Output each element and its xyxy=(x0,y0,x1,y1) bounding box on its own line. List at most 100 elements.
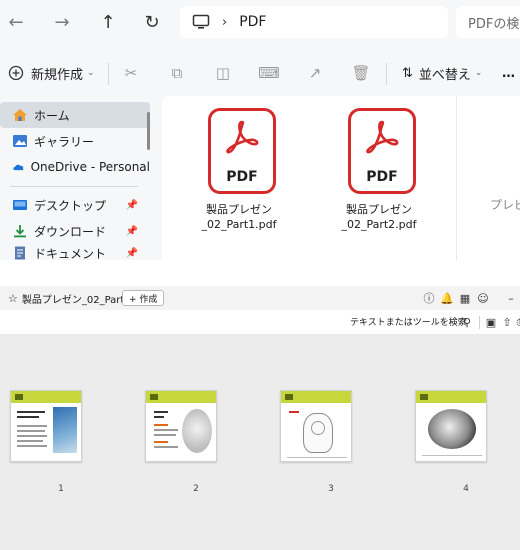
tools-search-input[interactable]: テキストまたはツールを検索 xyxy=(350,315,467,328)
slide-product-photo xyxy=(428,409,476,449)
slide-text-line xyxy=(17,425,47,427)
tab-bar: ☆ 製品プレゼン_02_Part1... × + 作成 ⓘ 🔔 ▦ ☺ – xyxy=(0,286,520,310)
file-item[interactable]: PDF 製品プレゼン _02_Part1.pdf xyxy=(184,104,294,234)
star-icon[interactable]: ☆ xyxy=(8,292,18,305)
copy-icon[interactable]: ⧉ xyxy=(166,62,188,84)
sidebar-item-desktop[interactable]: デスクトップ 📌 xyxy=(0,192,150,218)
refresh-button[interactable]: ↻ xyxy=(140,10,164,34)
sort-icon: ⇅ xyxy=(402,65,413,81)
page-number: 1 xyxy=(58,484,64,494)
acrobat-window: ☆ 製品プレゼン_02_Part1... × + 作成 ⓘ 🔔 ▦ ☺ – テキ… xyxy=(0,286,520,550)
notifications-icon[interactable]: 🔔 xyxy=(440,291,454,305)
pdf-icon-label: PDF xyxy=(226,169,258,185)
chevron-down-icon: ⌄ xyxy=(474,68,483,78)
more-options-button[interactable]: … xyxy=(502,62,515,84)
sidebar-item-label: ギャラリー xyxy=(34,134,95,149)
cut-icon[interactable]: ✂ xyxy=(120,62,142,84)
slide-product-detail xyxy=(311,421,325,435)
chevron-down-icon: ⌄ xyxy=(87,68,95,78)
tools-row: テキストまたはツールを検索 ⚲ ▣ ⇧ ⎙ xyxy=(0,310,520,334)
paste-icon[interactable]: ◫ xyxy=(212,62,234,84)
slide-logo xyxy=(150,394,158,400)
new-button-label: 新規作成 xyxy=(31,67,84,83)
slide-product-image xyxy=(182,409,212,453)
file-name: 製品プレゼン _02_Part2.pdf xyxy=(324,202,434,232)
share-icon[interactable]: ↗ xyxy=(304,62,326,84)
search-input[interactable]: PDFの検索 xyxy=(456,6,520,38)
apps-grid-icon[interactable]: ▦ xyxy=(458,291,472,305)
slide-header-band xyxy=(416,391,486,403)
sort-button[interactable]: ⇅ 並べ替え ⌄ xyxy=(402,62,482,84)
up-button[interactable]: ↑ xyxy=(96,10,120,34)
minimize-button[interactable]: – xyxy=(504,291,518,305)
toolbar-divider xyxy=(108,63,109,85)
slide-text-line xyxy=(17,435,47,437)
sidebar-divider xyxy=(10,186,138,187)
file-name-line2: _02_Part1.pdf xyxy=(201,218,277,231)
sidebar-item-label: ドキュメント xyxy=(34,246,107,261)
account-icon[interactable]: ☺ xyxy=(476,291,490,305)
sidebar-scrollbar[interactable] xyxy=(147,112,150,150)
sidebar-item-gallery[interactable]: ギャラリー xyxy=(0,128,150,154)
slide-footer-line xyxy=(287,457,347,458)
gallery-icon xyxy=(13,135,27,147)
slide-text-line xyxy=(17,430,45,432)
address-bar-row: ← → ↑ ↻ › PDF PDFの検索 xyxy=(0,0,520,44)
file-name-line1: 製品プレゼン xyxy=(346,203,412,216)
address-field[interactable]: › PDF xyxy=(180,6,448,38)
page-thumbnail[interactable] xyxy=(280,390,352,462)
breadcrumb-current[interactable]: PDF xyxy=(239,14,266,30)
back-button[interactable]: ← xyxy=(4,10,28,34)
toolbar-divider xyxy=(479,316,480,329)
slide-text-line xyxy=(154,429,178,431)
forward-button[interactable]: → xyxy=(50,10,74,34)
slide-text-line xyxy=(17,445,47,447)
page-thumbnail[interactable] xyxy=(415,390,487,462)
home-icon xyxy=(13,109,27,121)
slide-text-line xyxy=(154,446,178,448)
download-icon xyxy=(14,225,26,238)
upload-cloud-icon[interactable]: ⇧ xyxy=(500,315,514,329)
slide-text-line xyxy=(154,434,176,436)
pdf-file-icon: PDF xyxy=(348,108,416,194)
pin-icon[interactable]: 📌 xyxy=(126,226,138,237)
slide-header-band xyxy=(281,391,351,403)
page-thumbnails-view: 1 2 3 4 xyxy=(0,334,520,550)
sidebar-item-label: ホーム xyxy=(34,108,70,123)
sidebar-item-onedrive[interactable]: OneDrive - Personal xyxy=(0,154,150,180)
help-icon[interactable]: ⓘ xyxy=(422,291,436,305)
pdf-file-icon: PDF xyxy=(208,108,276,194)
slide-title-line xyxy=(17,411,45,413)
page-number: 3 xyxy=(328,484,334,494)
delete-icon[interactable]: 🗑 xyxy=(350,62,372,84)
page-thumbnail[interactable] xyxy=(10,390,82,462)
preview-pane-divider xyxy=(456,96,457,260)
acrobat-logo-icon xyxy=(226,120,259,154)
computer-icon xyxy=(192,14,210,29)
command-bar: 新規作成 ⌄ ✂ ⧉ ◫ ⌨ ↗ 🗑 ⇅ 並べ替え ⌄ … xyxy=(0,50,520,96)
plus-circle-icon xyxy=(8,65,24,81)
onedrive-icon xyxy=(13,164,24,171)
documents-icon xyxy=(15,246,25,260)
new-button[interactable]: 新規作成 ⌄ xyxy=(8,62,95,84)
sidebar-item-home[interactable]: ホーム xyxy=(0,102,150,128)
slide-logo xyxy=(15,394,23,400)
sidebar-item-documents[interactable]: ドキュメント 📌 xyxy=(0,240,150,260)
slide-title-line xyxy=(17,416,39,418)
pin-icon[interactable]: 📌 xyxy=(126,200,138,211)
save-icon[interactable]: ▣ xyxy=(484,315,498,329)
slide-footer-line xyxy=(422,455,482,456)
file-item[interactable]: PDF 製品プレゼン _02_Part2.pdf xyxy=(324,104,434,234)
page-thumbnail[interactable] xyxy=(145,390,217,462)
slide-header-band xyxy=(11,391,81,403)
slide-heading-line xyxy=(154,424,168,426)
rename-icon[interactable]: ⌨ xyxy=(258,62,280,84)
slide-building-image xyxy=(53,407,77,453)
create-tab-button[interactable]: + 作成 xyxy=(122,290,165,306)
slide-title-line xyxy=(154,411,168,413)
search-icon[interactable]: ⚲ xyxy=(460,315,474,329)
pin-icon[interactable]: 📌 xyxy=(126,248,138,259)
print-icon[interactable]: ⎙ xyxy=(514,315,520,329)
sidebar-item-label: ダウンロード xyxy=(34,224,107,239)
page-number: 4 xyxy=(463,484,469,494)
